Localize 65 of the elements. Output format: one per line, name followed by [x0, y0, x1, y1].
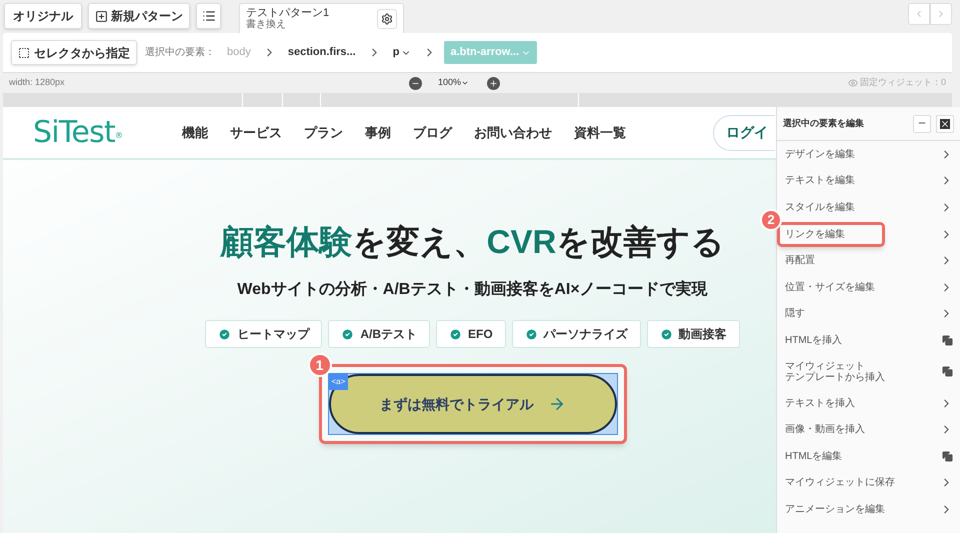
feature-tag: EFO	[436, 320, 506, 348]
breadcrumb-item[interactable]: section.firs...	[284, 41, 360, 64]
check-icon	[341, 328, 354, 340]
close-icon	[940, 118, 950, 128]
pattern-tab[interactable]: テストパターン1 書き換え	[239, 3, 404, 33]
copy-icon	[942, 334, 953, 346]
callout-number: 1	[308, 353, 332, 377]
close-button[interactable]	[936, 114, 954, 132]
zoom-select[interactable]: 100%	[438, 76, 470, 90]
panel-title: 選択中の要素を編集	[783, 116, 864, 130]
panel-menu-item[interactable]: デザインを編集	[785, 141, 953, 168]
check-icon	[660, 328, 673, 340]
new-pattern-button[interactable]: 新規パターン	[88, 3, 190, 29]
check-icon	[524, 328, 538, 340]
copy-icon	[942, 366, 953, 378]
zoom-out-button[interactable]	[409, 76, 422, 90]
panel-menu-item[interactable]: アニメーションを編集	[785, 496, 953, 523]
nav-link[interactable]: ブログ	[413, 122, 452, 142]
subtitle: Webサイトの分析・A/Bテスト・動画接客をAI×ノーコードで実現	[237, 279, 708, 300]
panel-menu-item[interactable]: テキストを挿入	[785, 390, 953, 416]
plus-icon	[489, 78, 498, 88]
panel-menu-item[interactable]: HTMLを編集	[785, 442, 953, 470]
pattern-title: テストパターン1	[246, 6, 330, 18]
nav-link[interactable]: 資料一覧	[574, 122, 626, 142]
width-label: width: 1280px	[9, 76, 66, 90]
element-tag: <a>	[328, 374, 348, 390]
panel-menu-item[interactable]: テキストを編集	[785, 168, 953, 194]
eye-icon	[848, 78, 858, 88]
panel-menu-item[interactable]: 位置・サイズを編集	[785, 274, 953, 301]
site-logo: SiTest$^{®}$	[33, 114, 122, 152]
panel-menu-item[interactable]: 再配置	[785, 247, 953, 274]
list-button[interactable]	[196, 3, 221, 29]
selection-icon	[18, 46, 30, 58]
settings-icon	[381, 12, 393, 24]
feature-tag: パーソナライズ	[512, 320, 641, 348]
login-button[interactable]: ログイ	[713, 114, 775, 150]
panel-menu-item[interactable]: 画像・動画を挿入	[785, 416, 953, 443]
panel-menu-item[interactable]: マイウィジェット テンプレートから挿入	[785, 354, 953, 390]
headline: 顧客体験を変え、CVRを改善する	[220, 222, 724, 262]
add-icon	[95, 10, 108, 22]
panel-menu-item[interactable]: HTMLを挿入	[785, 327, 953, 354]
list-icon	[202, 9, 216, 23]
breadcrumb-item[interactable]: p	[388, 41, 416, 64]
copy-icon	[942, 450, 953, 462]
nav-link[interactable]: 機能	[182, 122, 208, 142]
feature-tag: A/Bテスト	[328, 320, 430, 348]
nav-link[interactable]: お問い合わせ	[474, 122, 552, 142]
original-button[interactable]: オリジナル	[4, 3, 82, 29]
caret-icon	[461, 79, 470, 87]
selected-element-label: 選択中の要素：	[145, 46, 215, 60]
feature-tag: ヒートマップ	[205, 320, 322, 348]
panel-menu-item[interactable]: マイウィジェットに保存	[785, 470, 953, 496]
panel-menu-item[interactable]: 隠す	[785, 300, 953, 328]
feature-tag: 動画接客	[646, 320, 740, 348]
selector-button[interactable]: セレクタから指定	[11, 40, 137, 65]
nav-link[interactable]: プラン	[304, 122, 344, 142]
nav-link[interactable]: 事例	[365, 122, 392, 142]
zoom-in-button[interactable]	[487, 76, 500, 90]
settings-button[interactable]	[377, 8, 397, 28]
check-icon	[449, 328, 462, 340]
pattern-subtitle: 書き換え	[246, 18, 287, 30]
check-icon	[218, 328, 232, 340]
fixed-widgets-label: 固定ウィジェット：0	[848, 76, 946, 90]
panel-menu-item[interactable]: スタイルを編集	[785, 194, 953, 221]
nav-link[interactable]: サービス	[230, 122, 282, 142]
